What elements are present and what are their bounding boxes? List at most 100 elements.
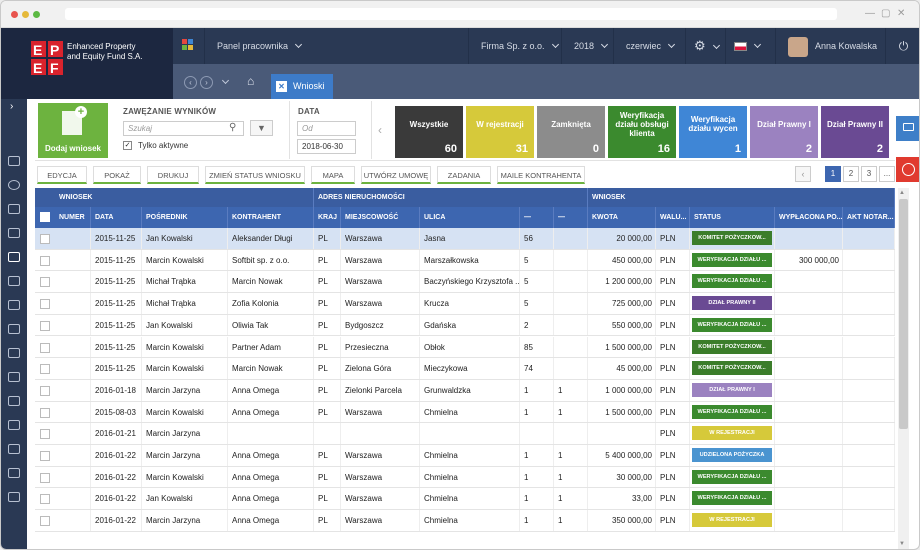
- users-icon[interactable]: [8, 156, 20, 166]
- scrollbar-thumb[interactable]: [899, 199, 908, 429]
- close-dot-icon[interactable]: [11, 11, 18, 18]
- status-filter-tile[interactable]: W rejestracji 31: [466, 106, 534, 158]
- edit-icon[interactable]: [8, 468, 20, 478]
- status-filter-tile[interactable]: Zamknięta 0: [537, 106, 605, 158]
- column-header[interactable]: WALU...: [656, 207, 690, 228]
- table-row[interactable]: 2016-01-18 Marcin Jarzyna Anna Omega PL Ziel…: [35, 379, 895, 402]
- power-icon[interactable]: ⏻: [885, 28, 919, 64]
- language-dropdown[interactable]: [725, 28, 775, 64]
- add-request-button[interactable]: + Dodaj wniosek: [38, 103, 108, 158]
- page-button[interactable]: 3: [861, 166, 877, 182]
- status-filter-tile[interactable]: Wszystkie 60: [395, 106, 463, 158]
- documents-icon[interactable]: [8, 228, 20, 238]
- status-filter-tile[interactable]: Weryfikacja działu wycen 1: [679, 106, 747, 158]
- window-close-icon[interactable]: ✕: [897, 7, 905, 21]
- action-button[interactable]: UTWÓRZ UMOWĘ: [361, 166, 431, 184]
- active-only-checkbox[interactable]: ✓: [123, 141, 132, 150]
- row-checkbox[interactable]: [40, 342, 50, 353]
- close-tab-icon[interactable]: ✕: [276, 81, 287, 92]
- home-icon[interactable]: ⌂: [247, 74, 254, 88]
- table-row[interactable]: 2016-01-22 Marcin Jarzyna Anna Omega PL Wars…: [35, 445, 895, 467]
- row-checkbox[interactable]: [40, 255, 50, 266]
- forward-icon[interactable]: ›: [200, 76, 213, 89]
- minimize-dot-icon[interactable]: [22, 11, 29, 18]
- select-all-checkbox[interactable]: [40, 212, 50, 222]
- table-row[interactable]: 2015-08-03 Marcin Kowalski Anna Omega PL War…: [35, 401, 895, 424]
- search-icon[interactable]: [8, 180, 20, 190]
- column-header[interactable]: POŚREDNIK: [142, 207, 228, 228]
- tag-icon[interactable]: [8, 396, 20, 406]
- month-dropdown[interactable]: czerwiec: [613, 28, 685, 64]
- column-header[interactable]: —: [554, 207, 588, 228]
- growth-chart-icon[interactable]: [8, 324, 20, 334]
- action-button[interactable]: MAILE KONTRAHENTA: [497, 166, 585, 184]
- column-header[interactable]: MIEJSCOWOŚĆ: [341, 207, 420, 228]
- column-header[interactable]: AKT NOTAR...: [843, 207, 895, 228]
- window-restore-icon[interactable]: ▢: [881, 7, 890, 21]
- row-checkbox[interactable]: [40, 299, 50, 310]
- row-checkbox[interactable]: [40, 407, 50, 418]
- settings-button[interactable]: ⚙: [685, 28, 725, 64]
- column-header[interactable]: WYPŁACONA PO...: [775, 207, 843, 228]
- column-header[interactable]: —: [520, 207, 554, 228]
- year-dropdown[interactable]: 2018: [561, 28, 613, 64]
- cards-icon[interactable]: [8, 276, 20, 286]
- search-input[interactable]: Szukaj: [123, 121, 244, 136]
- row-checkbox[interactable]: [40, 472, 50, 483]
- history-chevron-down-icon[interactable]: [221, 76, 230, 85]
- table-row[interactable]: 2015-11-25 Michał Trąbka Zofia Kolonia PL Wa…: [35, 293, 895, 315]
- row-checkbox[interactable]: [40, 516, 50, 527]
- chat-button[interactable]: [896, 116, 919, 141]
- table-row[interactable]: 2015-11-25 Jan Kowalski Oliwia Tak PL Bydgos…: [35, 314, 895, 337]
- action-button[interactable]: EDYCJA: [37, 166, 87, 184]
- page-button[interactable]: 1: [825, 166, 841, 182]
- row-checkbox[interactable]: [40, 234, 50, 244]
- status-filter-tile[interactable]: Weryfikacja działu obsługi klienta 16: [608, 106, 676, 158]
- user-menu[interactable]: Anna Kowalska: [775, 28, 885, 64]
- table-row[interactable]: 2015-11-25 Marcin Kowalski Marcin Nowak PL Z…: [35, 358, 895, 380]
- page-prev-icon[interactable]: ‹: [795, 166, 811, 182]
- notebook-icon[interactable]: [8, 420, 20, 430]
- column-header[interactable]: KWOTA: [588, 207, 656, 228]
- column-header[interactable]: DATA: [91, 207, 142, 228]
- back-icon[interactable]: ‹: [184, 76, 197, 89]
- row-checkbox[interactable]: [40, 364, 50, 375]
- action-button[interactable]: ZADANIA: [437, 166, 491, 184]
- table-row[interactable]: 2016-01-22 Marcin Jarzyna Anna Omega PL Wars…: [35, 510, 895, 532]
- row-checkbox[interactable]: [40, 494, 50, 505]
- column-header[interactable]: KONTRAHENT: [228, 207, 314, 228]
- table-row[interactable]: 2016-01-21 Marcin Jarzyna PLN W REJESTRACJI: [35, 423, 895, 445]
- row-checkbox[interactable]: [40, 385, 50, 396]
- column-header[interactable]: ULICA: [420, 207, 520, 228]
- row-checkbox[interactable]: [40, 320, 50, 331]
- maximize-dot-icon[interactable]: [33, 11, 40, 18]
- panel-dropdown[interactable]: Panel pracownika: [204, 28, 309, 64]
- scroll-up-icon[interactable]: ▲: [899, 190, 905, 196]
- report-icon[interactable]: [8, 372, 20, 382]
- transfer-icon[interactable]: [8, 300, 20, 310]
- row-checkbox[interactable]: [40, 451, 50, 461]
- share-icon[interactable]: [8, 492, 20, 502]
- address-bar[interactable]: [65, 8, 837, 20]
- status-filter-tile[interactable]: Dział Prawny II 2: [821, 106, 889, 158]
- page-button[interactable]: ...: [879, 166, 895, 182]
- bar-chart-icon[interactable]: [8, 444, 20, 454]
- action-button[interactable]: POKAŻ: [93, 166, 141, 184]
- dollar-document-icon[interactable]: [8, 204, 20, 214]
- scroll-down-icon[interactable]: ▼: [899, 541, 905, 547]
- row-checkbox[interactable]: [40, 277, 50, 288]
- table-row[interactable]: 2015-11-25 Michał Trąbka Marcin Nowak PL War…: [35, 271, 895, 294]
- action-button[interactable]: MAPA: [311, 166, 355, 184]
- window-minimize-icon[interactable]: —: [865, 7, 875, 21]
- loans-icon[interactable]: [8, 252, 20, 262]
- column-header[interactable]: STATUS: [690, 207, 775, 228]
- filter-funnel-button[interactable]: ▼: [250, 120, 273, 136]
- date-from-input[interactable]: Od: [297, 121, 356, 136]
- eraser-icon[interactable]: [8, 348, 20, 358]
- table-row[interactable]: 2015-11-25 Marcin Kowalski Partner Adam PL P…: [35, 336, 895, 359]
- column-header[interactable]: KRAJ: [314, 207, 341, 228]
- column-header[interactable]: NUMER: [55, 207, 91, 228]
- expand-sidebar-icon[interactable]: ›: [10, 101, 13, 112]
- status-filter-tile[interactable]: Dział Prawny I 2: [750, 106, 818, 158]
- date-to-input[interactable]: 2018-06-30: [297, 139, 356, 154]
